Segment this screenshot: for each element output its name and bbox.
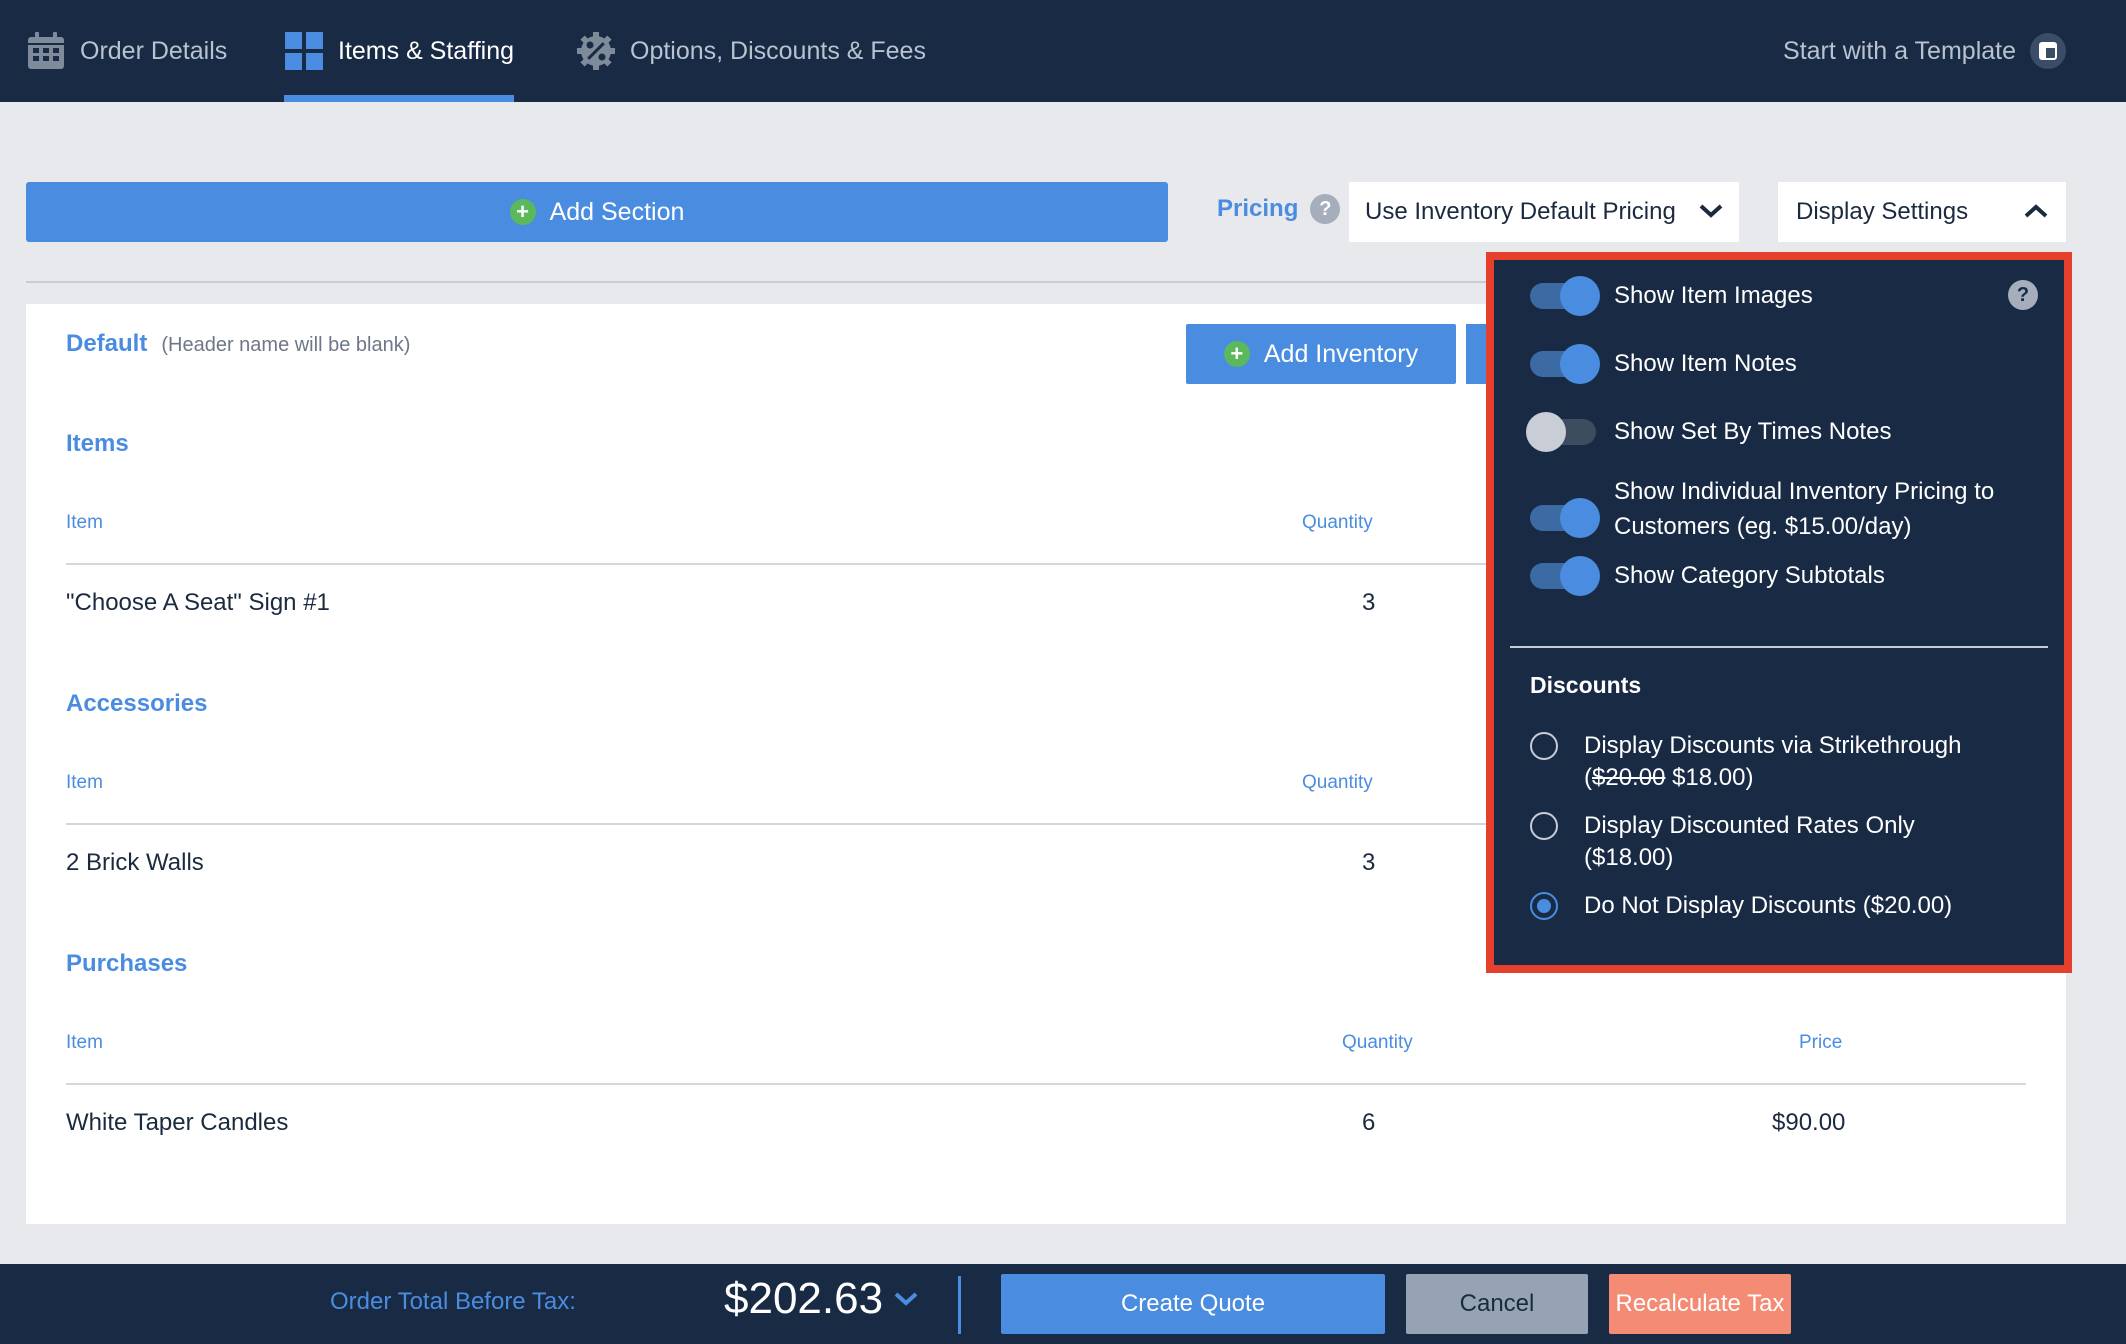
pricing-label-group: Pricing ? bbox=[1217, 194, 1341, 224]
col-header-item: Item bbox=[66, 772, 103, 793]
toggle-label: Show Set By Times Notes bbox=[1614, 418, 1892, 445]
row-divider bbox=[66, 563, 1526, 565]
radio-button[interactable] bbox=[1530, 812, 1558, 840]
item-quantity[interactable]: 6 bbox=[1362, 1109, 1375, 1137]
order-total-amount: $202.63 bbox=[724, 1274, 884, 1323]
grid-icon bbox=[284, 31, 324, 71]
row-divider bbox=[66, 823, 1526, 825]
item-name[interactable]: "Choose A Seat" Sign #1 bbox=[66, 589, 330, 617]
toggle-show-individual-pricing[interactable]: Show Individual Inventory Pricing to Cus… bbox=[1530, 478, 2034, 544]
add-section-button[interactable]: + Add Section bbox=[26, 182, 1168, 242]
add-inventory-button[interactable]: + Add Inventory bbox=[1186, 324, 1456, 384]
tab-items-staffing[interactable]: Items & Staffing bbox=[284, 0, 515, 102]
toggle-switch[interactable] bbox=[1530, 498, 1600, 538]
footer-bar: Order Total Before Tax: $202.63 Create Q… bbox=[0, 1264, 2126, 1344]
start-template-link[interactable]: Start with a Template bbox=[1783, 0, 2066, 102]
recalculate-tax-button[interactable]: Recalculate Tax bbox=[1609, 1274, 1791, 1334]
radio-label: Display Discounts via Strikethrough ($20… bbox=[1584, 732, 1962, 791]
cancel-button[interactable]: Cancel bbox=[1406, 1274, 1588, 1334]
radio-button[interactable] bbox=[1530, 892, 1558, 920]
toggle-label: Show Category Subtotals bbox=[1614, 562, 1885, 589]
pricing-select[interactable]: Use Inventory Default Pricing bbox=[1349, 182, 1739, 242]
calendar-icon bbox=[26, 31, 66, 71]
section-note: (Header name will be blank) bbox=[161, 334, 411, 356]
plus-icon: + bbox=[1223, 341, 1250, 367]
top-nav: Order Details Items & Staffing Options, … bbox=[0, 0, 2126, 102]
item-name[interactable]: 2 Brick Walls bbox=[66, 849, 204, 877]
popover-divider bbox=[1510, 646, 2048, 648]
toggle-label: Show Item Images bbox=[1614, 282, 1813, 309]
col-header-quantity: Quantity bbox=[1302, 772, 1373, 793]
chevron-down-icon bbox=[893, 1290, 919, 1308]
section-name[interactable]: Default bbox=[66, 330, 147, 358]
discounts-title: Discounts bbox=[1530, 672, 1642, 698]
toggle-switch[interactable] bbox=[1526, 411, 1596, 452]
display-settings-button[interactable]: Display Settings bbox=[1778, 182, 2066, 242]
toggle-switch[interactable] bbox=[1530, 343, 1600, 384]
item-price[interactable]: $90.00 bbox=[1772, 1109, 1845, 1137]
radio-no-discounts[interactable]: Do Not Display Discounts ($20.00) bbox=[1530, 890, 1984, 922]
tab-label: Items & Staffing bbox=[338, 36, 515, 65]
template-link-label: Start with a Template bbox=[1783, 36, 2016, 65]
item-quantity[interactable]: 3 bbox=[1362, 849, 1375, 877]
col-header-price: Price bbox=[1799, 1032, 1843, 1053]
toggle-show-item-notes[interactable]: Show Item Notes bbox=[1530, 343, 1797, 384]
order-total-value[interactable]: $202.63 bbox=[724, 1274, 919, 1324]
discount-gear-icon bbox=[576, 31, 616, 71]
tab-options-discounts-fees[interactable]: Options, Discounts & Fees bbox=[576, 0, 926, 102]
item-name[interactable]: White Taper Candles bbox=[66, 1109, 288, 1137]
add-section-label: Add Section bbox=[549, 197, 685, 226]
chevron-up-icon bbox=[2024, 198, 2048, 226]
toggle-show-item-images[interactable]: Show Item Images bbox=[1530, 275, 1813, 316]
display-settings-label: Display Settings bbox=[1796, 198, 1969, 225]
template-icon bbox=[2030, 33, 2066, 69]
col-header-quantity: Quantity bbox=[1302, 512, 1373, 533]
group-title-accessories: Accessories bbox=[66, 690, 208, 717]
order-total-label: Order Total Before Tax: bbox=[330, 1288, 576, 1315]
toggle-label: Show Individual Inventory Pricing to Cus… bbox=[1614, 478, 1995, 540]
pricing-select-value: Use Inventory Default Pricing bbox=[1365, 198, 1676, 225]
group-title-items: Items bbox=[66, 430, 129, 457]
radio-label: Display Discounted Rates Only ($18.00) bbox=[1584, 812, 1915, 871]
plus-icon: + bbox=[509, 199, 536, 225]
item-quantity[interactable]: 3 bbox=[1362, 589, 1375, 617]
help-icon[interactable]: ? bbox=[2008, 280, 2038, 310]
pricing-label: Pricing bbox=[1217, 195, 1299, 222]
tab-order-details[interactable]: Order Details bbox=[26, 0, 227, 102]
section-header: Default (Header name will be blank) bbox=[66, 330, 410, 358]
add-inventory-label: Add Inventory bbox=[1263, 339, 1419, 368]
toggle-show-category-subtotals[interactable]: Show Category Subtotals bbox=[1530, 555, 1885, 596]
toggle-switch[interactable] bbox=[1530, 555, 1600, 596]
chevron-down-icon bbox=[1699, 198, 1723, 226]
display-settings-popover: ? Show Item Images Show Item Notes Show … bbox=[1486, 252, 2072, 973]
toggle-switch[interactable] bbox=[1530, 275, 1600, 316]
col-header-item: Item bbox=[66, 512, 103, 533]
pricing-help-icon[interactable]: ? bbox=[1310, 194, 1341, 224]
row-divider bbox=[66, 1083, 2026, 1085]
tab-label: Order Details bbox=[80, 36, 228, 65]
group-title-purchases: Purchases bbox=[66, 950, 188, 977]
radio-label: Do Not Display Discounts ($20.00) bbox=[1584, 892, 1953, 919]
tab-label: Options, Discounts & Fees bbox=[630, 36, 926, 65]
radio-button[interactable] bbox=[1530, 732, 1558, 760]
col-header-quantity: Quantity bbox=[1342, 1032, 1413, 1053]
footer-divider bbox=[958, 1276, 961, 1334]
radio-discount-rates-only[interactable]: Display Discounted Rates Only ($18.00) bbox=[1530, 810, 1984, 874]
col-header-item: Item bbox=[66, 1032, 103, 1053]
radio-discount-strikethrough[interactable]: Display Discounts via Strikethrough ($20… bbox=[1530, 730, 1984, 794]
toggle-label: Show Item Notes bbox=[1614, 350, 1797, 377]
toggle-show-set-by-times-notes[interactable]: Show Set By Times Notes bbox=[1526, 411, 1892, 452]
create-quote-button[interactable]: Create Quote bbox=[1001, 1274, 1385, 1334]
